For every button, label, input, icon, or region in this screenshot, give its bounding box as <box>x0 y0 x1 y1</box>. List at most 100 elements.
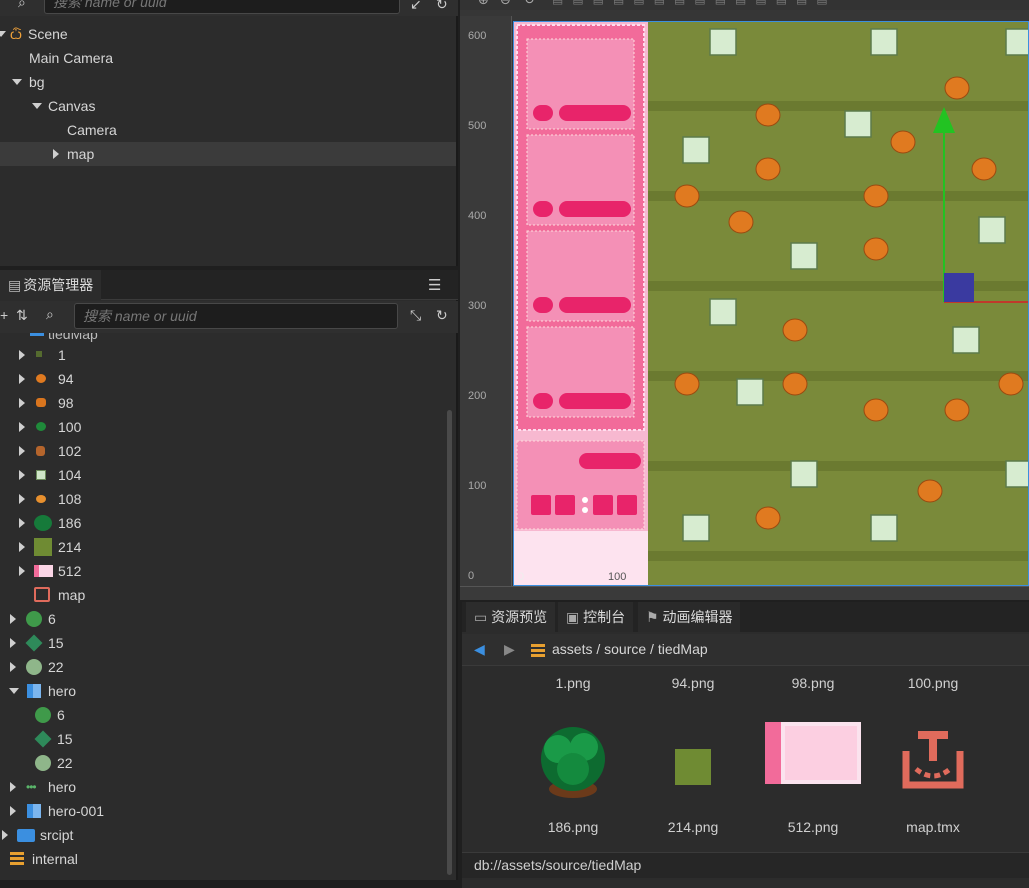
breadcrumb-item[interactable]: tiedMap <box>658 641 708 657</box>
expand-arrow-icon[interactable] <box>2 830 8 840</box>
sort-icon[interactable]: ⇅ <box>16 307 28 324</box>
asset-item[interactable]: 104 <box>0 463 450 487</box>
asset-item[interactable]: 512 <box>0 559 450 583</box>
asset-item[interactable]: 6 <box>0 703 450 727</box>
file-name[interactable]: map.tmx <box>878 819 988 835</box>
tab-assets[interactable]: ▤ 资源管理器 <box>0 270 102 300</box>
expand-arrow-icon[interactable] <box>19 422 25 432</box>
ruler-label: 400 <box>468 210 487 222</box>
asset-item[interactable]: internal <box>0 847 450 871</box>
tiledmap-thumbnail[interactable] <box>898 725 968 795</box>
refresh-icon[interactable]: ↻ <box>436 307 448 324</box>
asset-item[interactable]: 1 <box>0 343 450 367</box>
expand-arrow-icon[interactable] <box>10 662 16 672</box>
tab-label: 资源预览 <box>491 609 548 625</box>
asset-item[interactable]: srcipt <box>0 823 450 847</box>
menu-icon[interactable]: ☰ <box>428 276 441 294</box>
tab-animation-editor[interactable]: ⚑ 动画编辑器 <box>638 602 741 632</box>
tree-node-scene[interactable]: ѽ Scene <box>0 22 456 46</box>
expand-arrow-icon[interactable] <box>19 350 25 360</box>
asset-item[interactable]: 94 <box>0 367 450 391</box>
expand-arrow-icon[interactable] <box>19 398 25 408</box>
tab-asset-preview[interactable]: ▭ 资源预览 <box>466 602 556 632</box>
collapse-icon[interactable]: ↙ <box>410 0 422 13</box>
asset-item[interactable]: 6 <box>0 607 450 631</box>
tree-node-map[interactable]: map <box>0 142 456 166</box>
expand-arrow-icon[interactable] <box>9 688 19 694</box>
breadcrumb-item[interactable]: source <box>604 641 646 657</box>
breadcrumb-path[interactable]: assets / source / tiedMap <box>552 641 708 657</box>
align-tools-icon[interactable]: ▤▤▤▤▤▤▤▤▤▤▤▤▤▤ <box>552 0 837 6</box>
search-icon[interactable]: ⌕ <box>46 306 54 323</box>
assets-search-input[interactable]: 搜索 name or uuid <box>74 303 398 329</box>
expand-arrow-icon[interactable] <box>10 806 16 816</box>
asset-item[interactable]: hero <box>0 679 450 703</box>
assets-scrollbar[interactable] <box>447 410 452 875</box>
hierarchy-search-input[interactable]: 搜索 name or uuid <box>44 0 400 14</box>
expand-arrow-icon[interactable] <box>32 103 42 109</box>
expand-arrow-icon[interactable] <box>10 614 16 624</box>
asset-item[interactable]: 15 <box>0 727 450 751</box>
asset-item[interactable]: 22 <box>0 655 450 679</box>
expand-arrow-icon[interactable] <box>53 149 59 159</box>
expand-arrow-icon[interactable] <box>19 374 25 384</box>
expand-arrow-icon[interactable] <box>10 638 16 648</box>
asset-item[interactable]: 186 <box>0 511 450 535</box>
asset-item[interactable]: 108 <box>0 487 450 511</box>
tree-node-camera[interactable]: Camera <box>0 118 456 142</box>
zoom-out-icon[interactable]: ⊖ <box>500 0 511 8</box>
asset-item[interactable]: 98 <box>0 391 450 415</box>
asset-item[interactable]: 102 <box>0 439 450 463</box>
tree-thumbnail[interactable] <box>528 719 618 804</box>
asset-item[interactable]: ••• hero <box>0 775 450 799</box>
tab-console[interactable]: ▣ 控制台 <box>558 602 634 632</box>
file-name[interactable]: 100.png <box>878 675 988 691</box>
sprite-icon <box>36 351 42 357</box>
tree-folder-tiedmap[interactable]: tiedMap <box>0 333 450 343</box>
tree-node-canvas[interactable]: Canvas <box>0 94 456 118</box>
forward-arrow-icon[interactable]: ▶ <box>504 641 515 658</box>
expand-arrow-icon[interactable] <box>10 782 16 792</box>
expand-arrow-icon[interactable] <box>19 494 25 504</box>
tree-node-bg[interactable]: bg <box>0 70 456 94</box>
expand-arrow-icon[interactable] <box>19 446 25 456</box>
atlas-thumbnail[interactable] <box>765 722 861 784</box>
expand-arrow-icon[interactable] <box>19 470 25 480</box>
asset-item[interactable]: 22 <box>0 751 450 775</box>
asset-item[interactable]: map <box>0 583 450 607</box>
back-arrow-icon[interactable]: ◀ <box>474 641 485 658</box>
zoom-in-icon[interactable]: ⊕ <box>478 0 489 8</box>
refresh-icon[interactable]: ↻ <box>436 0 448 13</box>
reset-icon[interactable]: ↻ <box>524 0 535 8</box>
file-name[interactable]: 1.png <box>518 675 628 691</box>
expand-arrow-icon[interactable] <box>12 79 22 85</box>
file-name[interactable]: 98.png <box>758 675 868 691</box>
hierarchy-toolbar: ⌕ 搜索 name or uuid ↙ ↻ <box>0 0 458 16</box>
expand-arrow-icon[interactable] <box>0 31 6 37</box>
file-name[interactable]: 214.png <box>638 819 748 835</box>
asset-item[interactable]: 15 <box>0 631 450 655</box>
expand-arrow-icon[interactable] <box>19 518 25 528</box>
list-icon: ▤ <box>8 277 22 293</box>
atlas-icon <box>27 804 41 818</box>
grass-thumbnail[interactable] <box>675 749 711 785</box>
expand-arrow-icon[interactable] <box>19 566 25 576</box>
asset-item[interactable]: 100 <box>0 415 450 439</box>
asset-item[interactable]: 214 <box>0 535 450 559</box>
collapse-all-icon[interactable]: ⤡ <box>410 307 421 324</box>
add-icon[interactable]: + <box>0 307 8 323</box>
file-name[interactable]: 512.png <box>758 819 868 835</box>
search-icon[interactable]: ⌕ <box>18 0 26 11</box>
file-name[interactable]: 186.png <box>518 819 628 835</box>
assets-toolbar: + ⇅ ⌕ 搜索 name or uuid ⤡ ↻ <box>0 301 458 333</box>
scene-view[interactable]: ⊕ ⊖ ↻ ▤▤▤▤▤▤▤▤▤▤▤▤▤▤ 600 500 400 300 200… <box>460 0 1029 600</box>
atlas-icon <box>27 684 41 698</box>
expand-arrow-icon[interactable] <box>19 542 25 552</box>
asset-label: 104 <box>58 467 82 483</box>
asset-label: 98 <box>58 395 74 411</box>
breadcrumb-item[interactable]: assets <box>552 641 592 657</box>
tree-node-main-camera[interactable]: Main Camera <box>0 46 456 70</box>
game-canvas[interactable] <box>513 21 1029 586</box>
file-name[interactable]: 94.png <box>638 675 748 691</box>
asset-item[interactable]: hero-001 <box>0 799 450 823</box>
